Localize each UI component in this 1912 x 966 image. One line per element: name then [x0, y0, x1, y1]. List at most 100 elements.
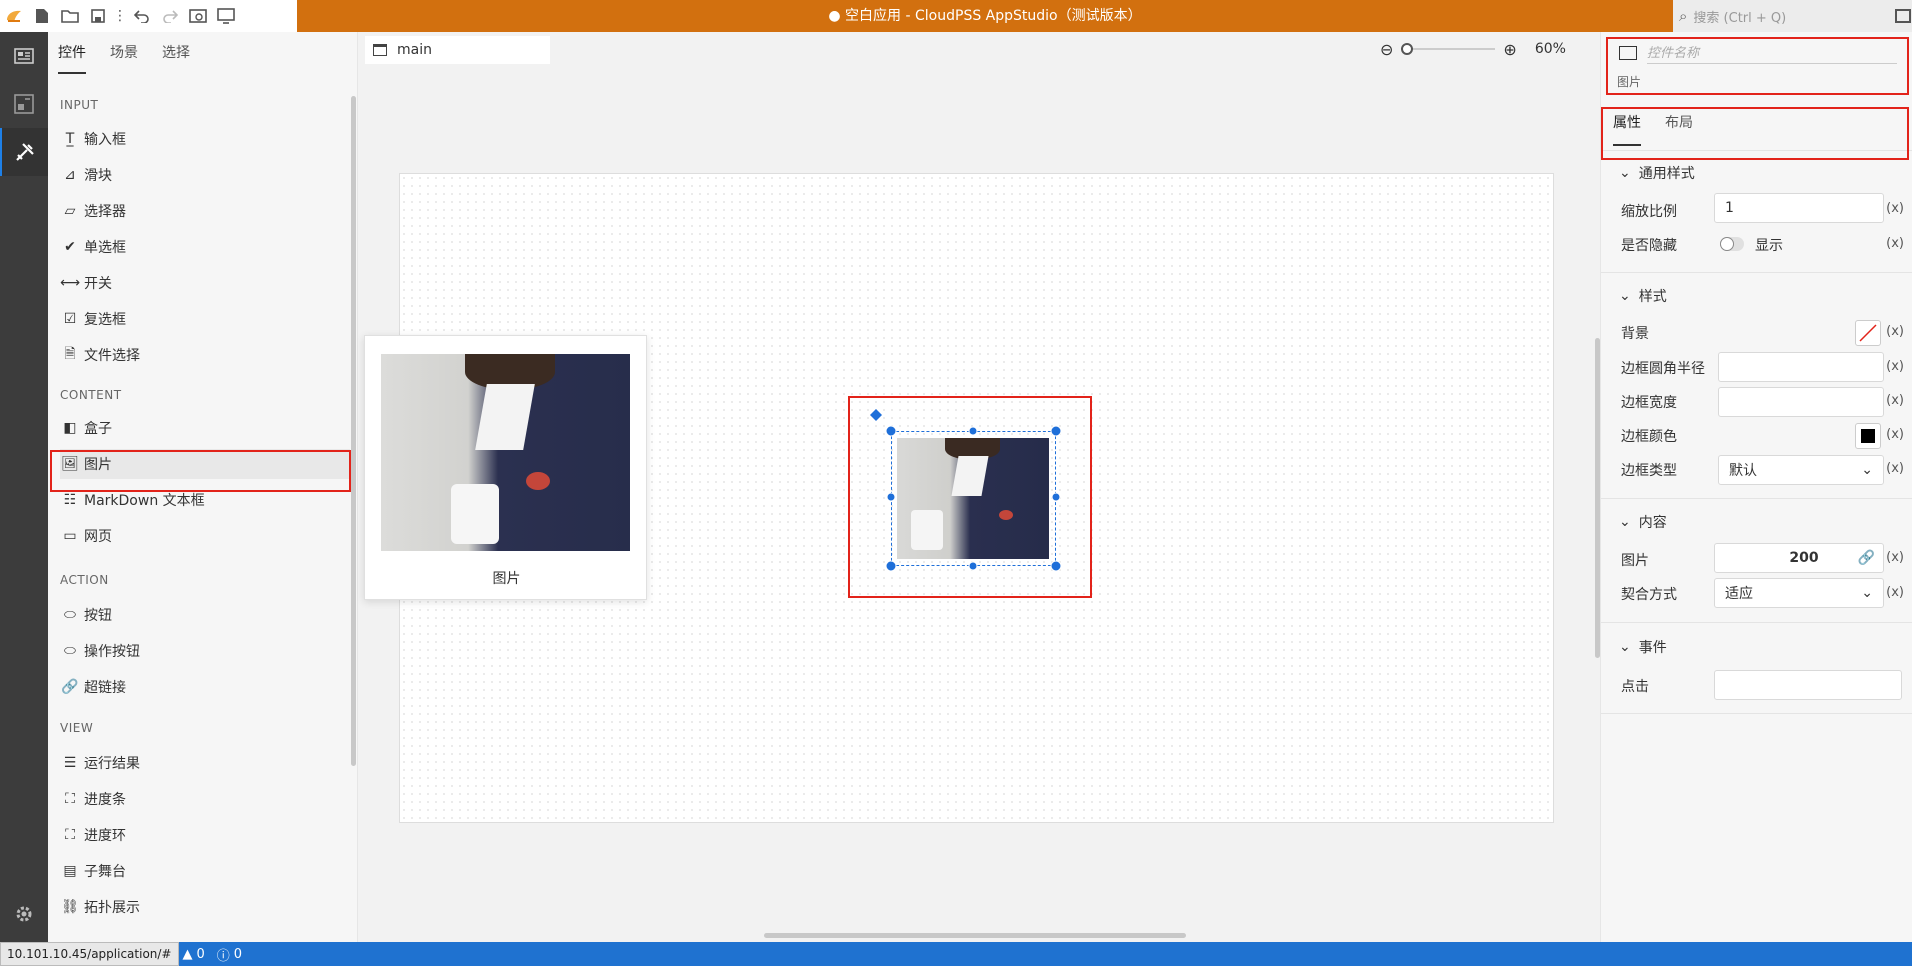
resize-handle[interactable] — [968, 426, 978, 436]
tab-controls[interactable]: 控件 — [58, 42, 86, 74]
chevron-down-icon: ⌄ — [1619, 165, 1631, 181]
expression-toggle[interactable]: (x) — [1886, 236, 1904, 251]
component-progress-bar[interactable]: ⛶ 进度条 — [60, 784, 350, 814]
search-icon: ⌕ — [1679, 7, 1688, 25]
activity-design[interactable] — [0, 128, 48, 176]
more-vertical-icon[interactable]: ⋮ — [112, 0, 128, 32]
expression-toggle[interactable]: (x) — [1886, 393, 1904, 408]
toolbar: ⋮ — [0, 0, 297, 32]
border-type-select[interactable]: 默认 ⌄ — [1718, 455, 1884, 485]
component-slider[interactable]: ⊿ 滑块 — [60, 160, 350, 190]
group-common-style[interactable]: ⌄ 通用样式 — [1619, 163, 1695, 183]
panel-scrollbar[interactable] — [351, 96, 356, 766]
expression-toggle[interactable]: (x) — [1886, 324, 1904, 339]
expression-toggle[interactable]: (x) — [1886, 201, 1904, 216]
selection-handles[interactable] — [870, 405, 1070, 575]
expression-toggle[interactable]: (x) — [1886, 427, 1904, 442]
zoom-slider-handle[interactable] — [1401, 43, 1414, 55]
undo-icon[interactable] — [128, 0, 156, 32]
group-label: 内容 — [1638, 515, 1667, 531]
new-file-icon[interactable] — [28, 0, 56, 32]
activity-dashboard[interactable] — [0, 32, 48, 80]
publish-icon[interactable] — [212, 0, 240, 32]
preview-icon[interactable] — [184, 0, 212, 32]
expression-toggle[interactable]: (x) — [1886, 359, 1904, 374]
expression-toggle[interactable]: (x) — [1886, 461, 1904, 476]
activity-components[interactable] — [0, 80, 48, 128]
activity-bar — [0, 32, 48, 942]
rotate-handle[interactable] — [870, 409, 882, 421]
preview-image — [381, 354, 630, 551]
item-label: 输入框 — [84, 132, 126, 148]
component-radio[interactable]: ✔ 单选框 — [60, 232, 350, 262]
item-label: 单选框 — [84, 240, 126, 256]
item-label: 选择器 — [84, 204, 126, 220]
group-content[interactable]: ⌄ 内容 — [1619, 512, 1667, 532]
item-label: 盒子 — [84, 421, 112, 437]
save-icon[interactable] — [84, 0, 112, 32]
component-sub-stage[interactable]: ▤ 子舞台 — [60, 856, 350, 886]
warning-icon[interactable]: ▲ — [183, 947, 193, 962]
resize-handle[interactable] — [886, 492, 896, 502]
component-run-result[interactable]: ☰ 运行结果 — [60, 748, 350, 778]
item-label: 运行结果 — [84, 756, 140, 772]
redo-icon[interactable] — [156, 0, 184, 32]
component-switch[interactable]: ⟷ 开关 — [60, 268, 350, 298]
group-events[interactable]: ⌄ 事件 — [1619, 637, 1667, 657]
item-label: 复选框 — [84, 312, 126, 328]
resize-handle[interactable] — [968, 561, 978, 571]
open-folder-icon[interactable] — [56, 0, 84, 32]
editor-horizontal-scrollbar[interactable] — [764, 933, 1186, 938]
component-hyperlink[interactable]: 🔗 超链接 — [60, 672, 350, 702]
expression-toggle[interactable]: (x) — [1886, 585, 1904, 600]
expression-toggle[interactable]: (x) — [1886, 550, 1904, 565]
tab-select[interactable]: 选择 — [162, 42, 190, 74]
window-maximize-icon[interactable] — [1895, 9, 1911, 23]
border-width-input[interactable] — [1718, 387, 1884, 417]
component-webpage[interactable]: ▭ 网页 — [60, 521, 350, 551]
border-color-swatch[interactable] — [1855, 423, 1881, 449]
info-icon[interactable]: ⓘ — [217, 945, 230, 964]
settings-button[interactable] — [0, 890, 48, 938]
zoom-in-icon[interactable]: ⊕ — [1503, 40, 1516, 59]
click-event-input[interactable] — [1714, 670, 1902, 700]
component-selector[interactable]: ▱ 选择器 — [60, 196, 350, 226]
zoom-slider[interactable] — [1401, 43, 1496, 55]
hidden-toggle[interactable] — [1720, 237, 1744, 251]
border-radius-input[interactable] — [1718, 352, 1884, 382]
component-button[interactable]: ⬭ 按钮 — [60, 600, 350, 630]
component-input-box[interactable]: T̲ 输入框 — [60, 124, 350, 154]
status-url: 10.101.10.45/application/# — [0, 942, 179, 966]
component-topology[interactable]: ⛓ 拓扑展示 — [60, 892, 350, 922]
component-file-select[interactable]: 🗎 文件选择 — [60, 340, 350, 370]
zoom-controls: ⊖ ⊕ 60% — [1380, 36, 1600, 62]
component-checkbox[interactable]: ☑ 复选框 — [60, 304, 350, 334]
resize-handle[interactable] — [885, 425, 897, 437]
status-bar: 10.101.10.45/application/# ▲ 0 ⓘ 0 — [0, 942, 1912, 966]
link-icon[interactable]: 🔗 — [1858, 550, 1875, 566]
editor-tab-main[interactable]: main — [365, 36, 550, 64]
highlight-name-field — [1606, 37, 1909, 95]
layout-icon — [14, 94, 34, 114]
fit-mode-value: 适应 — [1725, 586, 1753, 602]
item-label: 子舞台 — [84, 864, 126, 880]
selector-icon: ▱ — [64, 203, 76, 219]
group-style[interactable]: ⌄ 样式 — [1619, 286, 1667, 306]
scale-input[interactable]: 1 — [1714, 193, 1884, 223]
section-view: VIEW — [60, 721, 94, 735]
component-progress-ring[interactable]: ⛶ 进度环 — [60, 820, 350, 850]
tab-scenes[interactable]: 场景 — [110, 42, 138, 74]
image-source-input[interactable]: 200 🔗 — [1714, 543, 1884, 573]
fit-mode-select[interactable]: 适应 ⌄ — [1714, 578, 1884, 608]
component-action-button[interactable]: ⬭ 操作按钮 — [60, 636, 350, 666]
search-input[interactable]: ⌕ 搜索 (Ctrl + Q) — [1677, 3, 1877, 29]
button-icon: ⬭ — [64, 607, 76, 623]
resize-handle[interactable] — [1050, 425, 1062, 437]
divider — [1601, 498, 1912, 499]
background-color-swatch[interactable] — [1855, 320, 1881, 346]
component-box[interactable]: ◧ 盒子 — [60, 413, 350, 443]
resize-handle[interactable] — [885, 560, 897, 572]
resize-handle[interactable] — [1051, 492, 1061, 502]
zoom-out-icon[interactable]: ⊖ — [1380, 40, 1393, 59]
resize-handle[interactable] — [1050, 560, 1062, 572]
